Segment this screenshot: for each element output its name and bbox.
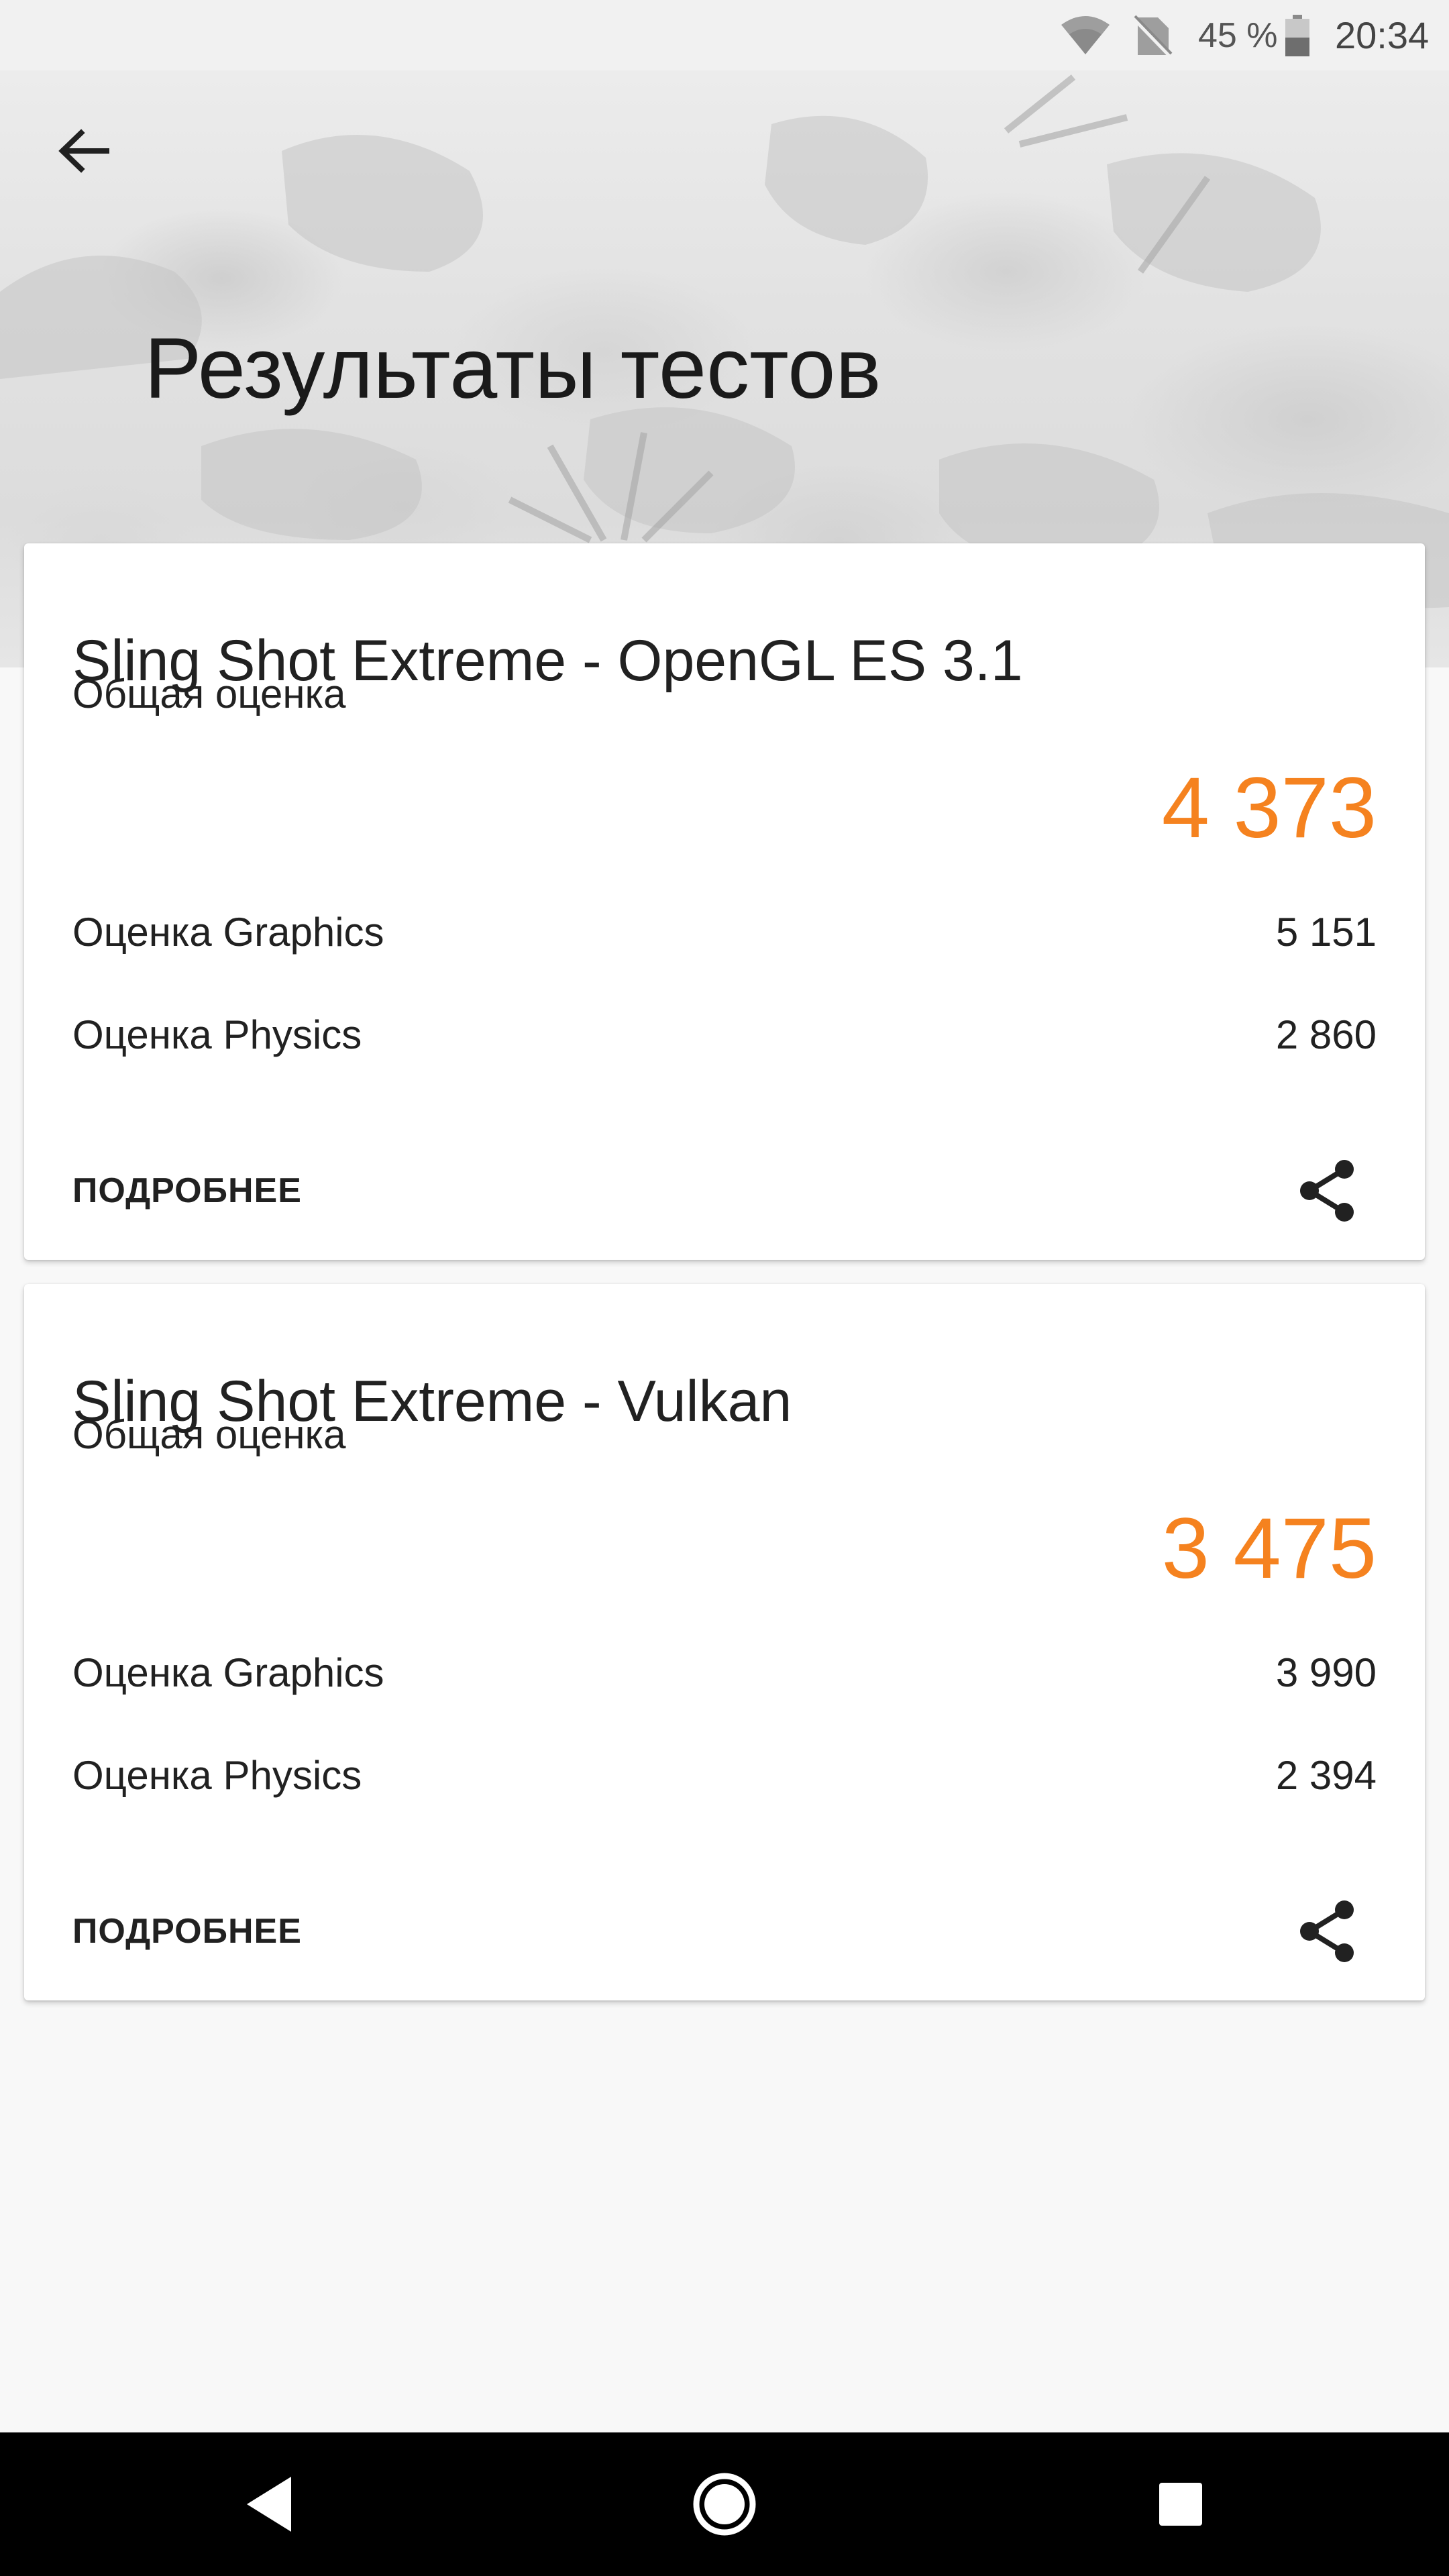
overall-score-value: 4 373: [1161, 760, 1377, 856]
details-button[interactable]: ПОДРОБНЕЕ: [72, 1171, 302, 1211]
nav-home-button[interactable]: [651, 2432, 798, 2576]
battery-percent: 45 %: [1198, 15, 1278, 55]
share-icon: [1300, 1160, 1354, 1222]
status-bar: 45 % 20:34: [0, 0, 1449, 70]
wifi-icon: [1060, 0, 1111, 70]
graphics-score-value: 3 990: [1275, 1650, 1377, 1695]
result-card-vulkan: Sling Shot Extreme - Vulkan Общая оценка…: [24, 1284, 1425, 2000]
nav-home-icon: [693, 2473, 756, 2536]
share-button[interactable]: [1287, 1150, 1367, 1231]
arrow-back-icon: [58, 129, 109, 173]
nav-back-icon: [247, 2477, 291, 2532]
physics-score-label: Оценка Physics: [72, 1753, 362, 1798]
result-card-opengl: Sling Shot Extreme - OpenGL ES 3.1 Общая…: [24, 543, 1425, 1260]
battery-icon: [1284, 0, 1311, 70]
share-icon: [1300, 1900, 1354, 1962]
overall-score-label: Общая оценка: [72, 1412, 346, 1457]
nav-recents-icon: [1159, 2483, 1202, 2526]
overall-score-label: Общая оценка: [72, 672, 346, 716]
physics-score-value: 2 394: [1275, 1753, 1377, 1798]
navigation-bar: [0, 2432, 1449, 2576]
no-sim-icon: [1132, 0, 1173, 70]
details-button[interactable]: ПОДРОБНЕЕ: [72, 1911, 302, 1951]
graphics-score-label: Оценка Graphics: [72, 1650, 384, 1695]
overall-score-value: 3 475: [1161, 1501, 1377, 1597]
graphics-score-value: 5 151: [1275, 910, 1377, 955]
nav-recents-button[interactable]: [1107, 2432, 1254, 2576]
share-button[interactable]: [1287, 1891, 1367, 1972]
graphics-score-label: Оценка Graphics: [72, 910, 384, 955]
nav-back-button[interactable]: [196, 2432, 343, 2576]
page-title: Результаты тестов: [144, 321, 881, 417]
physics-score-label: Оценка Physics: [72, 1012, 362, 1057]
back-button[interactable]: [47, 114, 121, 188]
clock: 20:34: [1335, 14, 1430, 56]
physics-score-value: 2 860: [1275, 1012, 1377, 1057]
